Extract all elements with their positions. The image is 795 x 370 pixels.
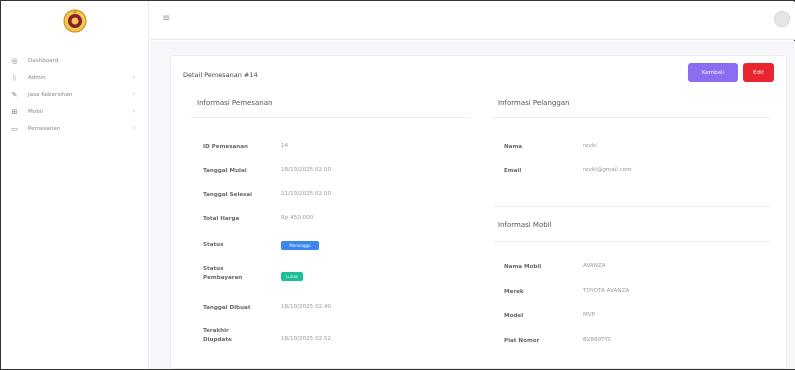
car-icon: ⊞ — [11, 107, 18, 116]
label-nama: Nama — [504, 144, 523, 150]
sidebar-item-label: Dashboard — [28, 57, 59, 64]
divider — [493, 117, 770, 118]
chevron-right-icon: › — [132, 91, 135, 98]
section-title-pelanggan: Informasi Pelanggan — [498, 99, 570, 107]
sidebar-item-label: Jasa Kebersihan — [28, 91, 73, 98]
label-tanggal-selesai: Tanggal Selesai — [203, 192, 253, 198]
divider — [493, 241, 770, 242]
chevron-right-icon: › — [132, 74, 135, 81]
sidebar-item-label: Mobil — [28, 108, 43, 115]
app-window: ◎ Dashboard ᚢ Admin › ✎ Jasa Kebersihan … — [0, 0, 795, 370]
value-id-pemesanan: 14 — [281, 143, 289, 149]
sidebar-item-mobil[interactable]: ⊞ Mobil › — [2, 103, 149, 120]
avatar[interactable] — [774, 11, 790, 27]
value-merek: TOYOTA AVANZA — [583, 288, 630, 294]
label-terakhir-diupdate: Terakhir Diupdate — [203, 328, 232, 343]
value-model: MVP — [583, 312, 596, 318]
logo-emblem-icon[interactable] — [62, 7, 88, 35]
value-tanggal-mulai: 18/10/2025 02.00 — [281, 167, 332, 173]
page-title: Detail Pemesanan #14 — [183, 71, 258, 79]
value-total-harga: Rp 450.000 — [281, 215, 314, 221]
value-plat-nomor: B2880TYC — [583, 337, 612, 343]
sidebar-nav: ◎ Dashboard ᚢ Admin › ✎ Jasa Kebersihan … — [2, 52, 149, 137]
section-title-pemesanan: Informasi Pemesanan — [197, 99, 273, 107]
value-terakhir-diupdate: 18/10/2025 02.52 — [281, 336, 332, 342]
section-title-mobil: Informasi Mobil — [498, 221, 552, 229]
sidebar-item-jasa-kebersihan[interactable]: ✎ Jasa Kebersihan › — [2, 86, 149, 103]
label-tanggal-dibuat: Tanggal Dibuat — [203, 305, 251, 311]
detail-card: Detail Pemesanan #14 Kembali Edit Inform… — [170, 55, 787, 369]
dashboard-icon: ◎ — [11, 56, 18, 65]
sidebar-item-dashboard[interactable]: ◎ Dashboard — [2, 52, 149, 69]
back-button[interactable]: Kembali — [688, 63, 738, 82]
menu-toggle-icon[interactable]: ≡ — [162, 13, 170, 24]
label-nama-mobil: Nama Mobil — [504, 264, 542, 270]
sidebar-item-label: Admin — [28, 74, 46, 81]
main-content: Detail Pemesanan #14 Kembali Edit Inform… — [150, 41, 795, 369]
sidebar-item-pemesanan[interactable]: ▭ Pemesanan › — [2, 120, 149, 137]
status-badge: Menunggu — [281, 241, 319, 250]
edit-button[interactable]: Edit — [743, 63, 774, 82]
value-tanggal-selesai: 21/10/2025 02.00 — [281, 191, 332, 197]
divider — [191, 117, 469, 118]
label-email: Email — [504, 168, 522, 174]
label-status: Status — [203, 242, 224, 248]
value-nama: revki — [583, 143, 597, 149]
value-email: revki@gmail.com — [583, 167, 632, 173]
tools-icon: ✎ — [11, 90, 18, 99]
sidebar: ◎ Dashboard ᚢ Admin › ✎ Jasa Kebersihan … — [2, 2, 149, 369]
sidebar-item-label: Pemesanan — [28, 125, 61, 132]
divider — [493, 206, 770, 207]
chevron-right-icon: › — [132, 108, 135, 115]
value-tanggal-dibuat: 18/10/2025 02.40 — [281, 304, 332, 310]
chevron-right-icon: › — [132, 125, 135, 132]
topbar: ≡ — [150, 2, 795, 40]
label-tanggal-mulai: Tanggal Mulai — [203, 168, 247, 174]
label-merek: Merek — [504, 289, 524, 295]
payment-status-badge: Lunas — [281, 272, 303, 281]
label-status-pembayaran: Status Pembayaran — [203, 266, 243, 281]
order-icon: ▭ — [11, 124, 18, 133]
sidebar-item-admin[interactable]: ᚢ Admin › — [2, 69, 149, 86]
label-plat-nomor: Plat Nomor — [504, 338, 540, 344]
label-id-pemesanan: ID Pemesanan — [203, 144, 249, 150]
label-total-harga: Total Harga — [203, 216, 240, 222]
value-nama-mobil: AVANZA — [583, 263, 606, 269]
admin-icon: ᚢ — [12, 73, 17, 82]
label-model: Model — [504, 313, 524, 319]
